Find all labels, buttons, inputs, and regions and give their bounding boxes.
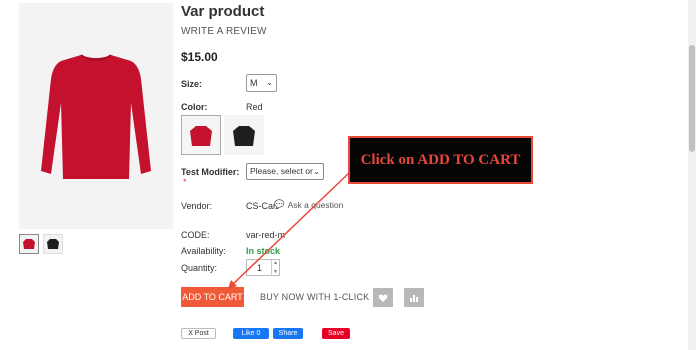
ask-question-link[interactable]: 💬 Ask a question [274,199,343,210]
wishlist-button[interactable] [373,288,393,307]
availability-status: In stock [246,246,281,256]
size-select[interactable]: M ⌄ [246,74,277,92]
instruction-callout: Click on ADD TO CART [348,136,533,184]
thumbnail-black[interactable] [43,234,63,254]
code-label: CODE: [181,230,210,240]
chat-bubble-icon: 💬 [274,199,285,209]
quantity-label: Quantity: [181,263,218,273]
bar-chart-icon [410,294,418,302]
chevron-down-icon: ⌄ [266,78,273,87]
product-price: $15.00 [181,50,218,64]
scrollbar-thumb[interactable] [689,45,695,152]
black-sweater-swatch-icon [233,126,255,146]
vendor-label: Vendor: [181,201,213,211]
color-value: Red [246,102,263,112]
facebook-share-button[interactable]: Share [273,328,303,339]
decrease-icon[interactable]: ▼ [273,269,278,275]
thumbnail-strip [19,234,63,254]
color-swatch-black[interactable] [224,115,264,155]
add-to-cart-button[interactable]: ADD TO CART [181,287,244,307]
pinterest-save-button[interactable]: Save [322,328,350,339]
compare-button[interactable] [404,288,424,307]
x-post-button[interactable]: X Post [181,328,216,339]
color-swatch-red[interactable] [181,115,221,155]
availability-label: Availability: [181,246,226,256]
size-select-value: M [250,78,258,88]
thumbnail-red[interactable] [19,234,39,254]
quantity-value: 1 [257,263,263,273]
quantity-stepper[interactable]: 1 ▲ ▼ [246,259,280,276]
buy-now-one-click-button[interactable]: BUY NOW WITH 1-CLICK [260,292,369,302]
modifier-select[interactable]: Please, select one ⌄ [246,163,324,180]
required-mark: * [183,177,187,187]
red-sweater-thumb-icon [23,239,35,249]
red-sweater-swatch-icon [190,126,212,146]
chevron-down-icon: ⌄ [313,164,320,179]
code-value: var-red-m [246,230,286,240]
facebook-like-button[interactable]: Like 0 [233,328,269,339]
product-main-image[interactable] [19,3,173,229]
write-review-link[interactable]: WRITE A REVIEW [181,26,267,37]
color-label: Color: [181,102,208,112]
red-sweater-image [41,54,151,179]
modifier-select-value: Please, select one [250,166,320,176]
product-title: Var product [181,3,265,20]
black-sweater-thumb-icon [47,239,59,249]
increase-icon[interactable]: ▲ [273,260,278,266]
modifier-label: Test Modifier: [181,167,240,177]
heart-icon [378,293,388,302]
size-label: Size: [181,79,203,89]
ask-question-label: Ask a question [287,199,344,210]
